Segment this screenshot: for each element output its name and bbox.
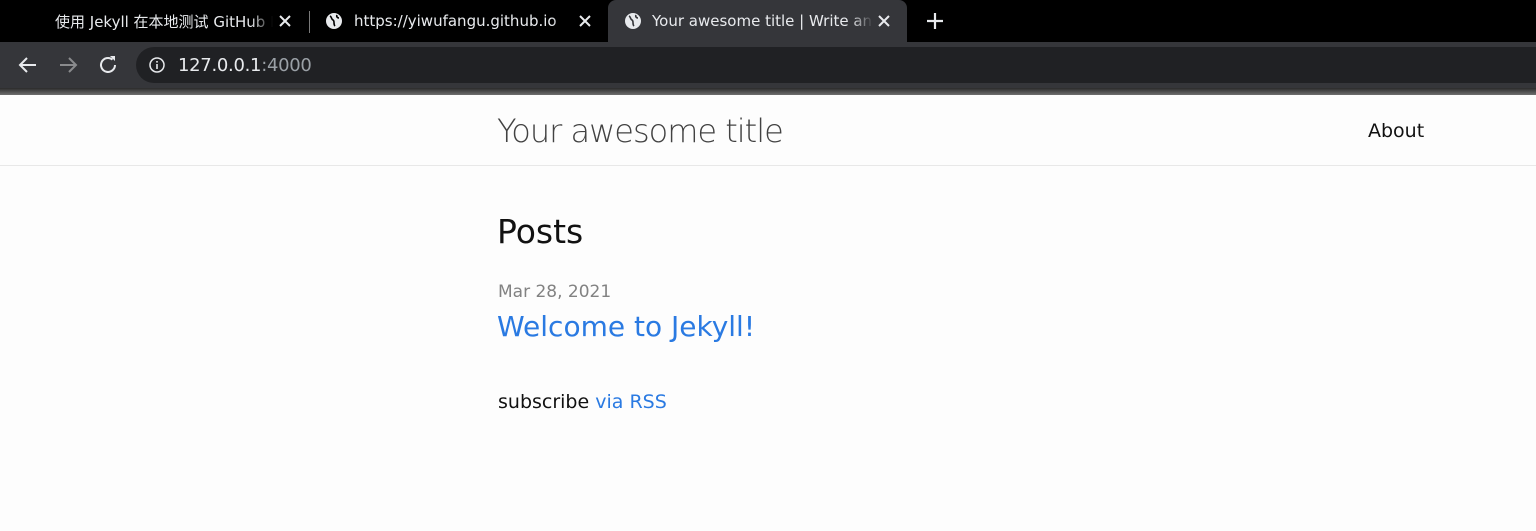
rss-subscribe: subscribe via RSS <box>498 391 667 413</box>
post-date: Mar 28, 2021 <box>498 282 612 302</box>
new-tab-icon[interactable] <box>924 10 946 32</box>
tab-title: https://yiwufangu.github.io <box>354 12 574 30</box>
rss-text: subscribe <box>498 391 590 413</box>
tab-github-io[interactable]: https://yiwufangu.github.io <box>310 0 608 42</box>
close-icon[interactable] <box>875 12 893 30</box>
url-host: 127.0.0.1 <box>178 55 262 76</box>
rss-link[interactable]: via RSS <box>595 391 667 413</box>
back-icon[interactable] <box>16 53 40 77</box>
tab-title: 使用 Jekyll 在本地测试 GitHub Pages <box>55 10 273 32</box>
forward-icon[interactable] <box>56 53 80 77</box>
url-text: 127.0.0.1:4000 <box>178 55 312 76</box>
tab-awesome-title[interactable]: Your awesome title | Write an awesome de… <box>608 0 907 42</box>
tab-title: Your awesome title | Write an awesome de… <box>652 12 873 30</box>
url-port: :4000 <box>261 55 312 76</box>
globe-icon <box>625 13 641 29</box>
nav-link-about[interactable]: About <box>1368 120 1424 142</box>
tab-strip: 使用 Jekyll 在本地测试 GitHub Pages https://yiw… <box>0 0 1536 42</box>
site-header: Your awesome title About <box>0 95 1536 166</box>
site-title[interactable]: Your awesome title <box>497 112 784 150</box>
toolbar-shadow <box>0 88 1536 95</box>
reload-icon[interactable] <box>96 53 120 77</box>
address-bar[interactable]: 127.0.0.1:4000 <box>136 47 1536 83</box>
browser-toolbar: 127.0.0.1:4000 <box>0 42 1536 88</box>
post-link[interactable]: Welcome to Jekyll! <box>497 310 755 343</box>
globe-icon <box>326 13 342 29</box>
close-icon[interactable] <box>276 12 294 30</box>
info-icon[interactable] <box>149 57 165 73</box>
page: Your awesome title About Posts Mar 28, 2… <box>0 95 1536 531</box>
tab-jekyll-docs[interactable]: 使用 Jekyll 在本地测试 GitHub Pages <box>0 0 308 42</box>
close-icon[interactable] <box>576 12 594 30</box>
posts-heading: Posts <box>497 212 584 251</box>
